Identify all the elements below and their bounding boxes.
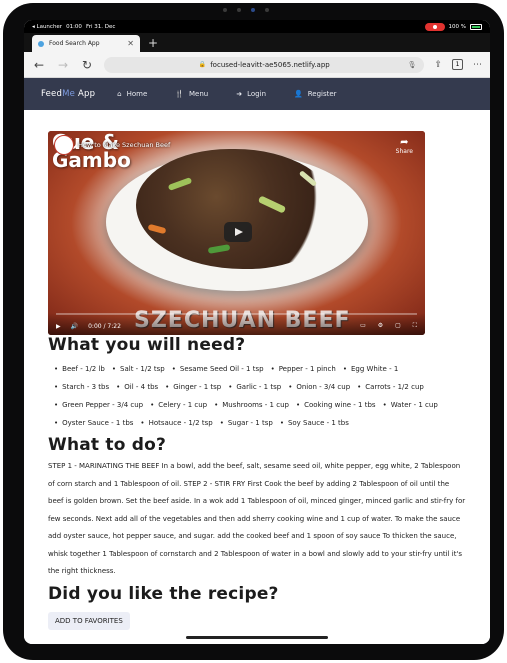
nav-register-link[interactable]: 👤 Register — [294, 90, 337, 98]
camera-dots — [223, 8, 269, 12]
video-time: 0:00 / 7:22 — [88, 323, 121, 330]
app-navbar: FeedMe App ⌂ Home 🍴 Menu ➜ Login 👤 Register — [24, 78, 490, 110]
login-icon: ➜ — [236, 90, 243, 98]
new-tab-icon[interactable]: + — [148, 36, 158, 50]
brand-logo[interactable]: FeedMe App — [41, 89, 95, 99]
recipe-content: Cue & Gambo How to Make Szechuan Beef ➦ … — [24, 110, 490, 644]
channel-avatar[interactable] — [54, 135, 74, 155]
back-icon[interactable]: ← — [32, 58, 46, 72]
reload-icon[interactable]: ↻ — [80, 58, 94, 72]
user-plus-icon: 👤 — [294, 90, 303, 98]
home-icon: ⌂ — [117, 90, 122, 98]
more-menu-icon[interactable]: ⋯ — [473, 60, 482, 70]
utensils-icon: 🍴 — [175, 90, 185, 98]
ingredients-list: Beef - 1/2 lb Salt - 1/2 tsp Sesame Seed O… — [48, 360, 466, 432]
ingredient-item: Oyster Sauce - 1 tbs — [54, 414, 133, 432]
video-controls: ▶ 🔊 0:00 / 7:22 ▭ ⚙ ▢ ⛶ — [48, 313, 425, 335]
tab-strip: Food Search App ✕ + — [24, 33, 490, 52]
ingredient-item: Mushrooms - 1 cup — [214, 396, 289, 414]
home-indicator[interactable] — [186, 636, 328, 639]
fullscreen-icon[interactable]: ⛶ — [413, 322, 417, 330]
ingredient-item: Pepper - 1 pinch — [271, 360, 336, 378]
mic-icon[interactable]: 🎙 — [408, 61, 417, 69]
nav-home-link[interactable]: ⌂ Home — [117, 90, 147, 98]
close-tab-icon[interactable]: ✕ — [127, 39, 134, 48]
ingredient-item: Water - 1 cup — [383, 396, 438, 414]
lock-icon: 🔒 — [198, 61, 207, 68]
status-time: 01:00 — [66, 23, 82, 30]
ingredient-item: Egg White - 1 — [343, 360, 398, 378]
battery-percent: 100 % — [448, 23, 466, 30]
ingredient-item: Cooking wine - 1 tbs — [296, 396, 375, 414]
ingredient-item: Green Pepper - 3/4 cup — [54, 396, 143, 414]
nav-login-link[interactable]: ➜ Login — [236, 90, 266, 98]
url-text: focused-leavitt-ae5065.netlify.app — [210, 60, 330, 69]
ingredient-item: Onion - 3/4 cup — [288, 378, 350, 396]
browser-toolbar: ← → ↻ 🔒 focused-leavitt-ae5065.netlify.a… — [24, 52, 490, 78]
status-date: Fri 31. Dec — [85, 23, 116, 30]
share-icon[interactable]: ⇪ — [434, 60, 442, 70]
tab-count-button[interactable]: 1 — [452, 59, 463, 70]
ingredient-item: Beef - 1/2 lb — [54, 360, 105, 378]
video-title[interactable]: How to Make Szechuan Beef — [78, 141, 170, 149]
screen: ◂ Launcher 01:00 Fri 31. Dec 100 % Food … — [24, 20, 490, 644]
volume-icon[interactable]: 🔊 — [71, 323, 78, 330]
cast-icon[interactable]: ▢ — [395, 322, 401, 330]
ingredient-item: Salt - 1/2 tsp — [112, 360, 165, 378]
ingredient-item: Carrots - 1/2 cup — [357, 378, 424, 396]
ingredient-item: Sugar - 1 tsp — [220, 414, 273, 432]
play-icon[interactable]: ▶ — [56, 323, 61, 330]
add-to-favorites-button[interactable]: ADD TO FAVORITES — [48, 611, 130, 630]
screen-record-icon — [424, 22, 445, 31]
tab-title: Food Search App — [49, 40, 100, 47]
instructions-text: STEP 1 - MARINATING THE BEEF In a bowl, … — [48, 462, 466, 575]
ingredient-item: Oil - 4 tbs — [116, 378, 158, 396]
address-bar[interactable]: 🔒 focused-leavitt-ae5065.netlify.app 🎙 — [104, 56, 425, 73]
battery-icon — [470, 23, 482, 30]
play-button[interactable] — [224, 222, 252, 242]
ingredient-item: Ginger - 1 tsp — [165, 378, 221, 396]
browser-tab[interactable]: Food Search App ✕ — [32, 35, 140, 52]
instructions-heading: What to do? — [48, 435, 167, 455]
ingredient-item: Garlic - 1 tsp — [228, 378, 281, 396]
ingredient-item: Starch - 3 tbs — [54, 378, 109, 396]
ingredient-item: Soy Sauce - 1 tbs — [280, 414, 349, 432]
forward-icon[interactable]: → — [56, 58, 70, 72]
video-share-button[interactable]: ➦ Share — [396, 137, 413, 155]
nav-menu-link[interactable]: 🍴 Menu — [175, 90, 208, 98]
launcher-back-link[interactable]: ◂ Launcher — [32, 24, 62, 30]
settings-gear-icon[interactable]: ⚙ — [378, 322, 383, 330]
share-arrow-icon: ➦ — [400, 137, 409, 148]
ingredients-heading: What you will need? — [48, 335, 246, 355]
ingredient-item: Sesame Seed Oil - 1 tsp — [172, 360, 264, 378]
tablet-frame: ◂ Launcher 01:00 Fri 31. Dec 100 % Food … — [3, 3, 504, 660]
video-player[interactable]: Cue & Gambo How to Make Szechuan Beef ➦ … — [48, 131, 425, 335]
status-bar: ◂ Launcher 01:00 Fri 31. Dec 100 % — [24, 20, 490, 33]
captions-icon[interactable]: ▭ — [360, 322, 366, 330]
ingredient-item: Hotsauce - 1/2 tsp — [140, 414, 213, 432]
favicon-icon — [38, 40, 44, 47]
ingredient-item: Celery - 1 cup — [150, 396, 207, 414]
feedback-heading: Did you like the recipe? — [48, 583, 279, 604]
